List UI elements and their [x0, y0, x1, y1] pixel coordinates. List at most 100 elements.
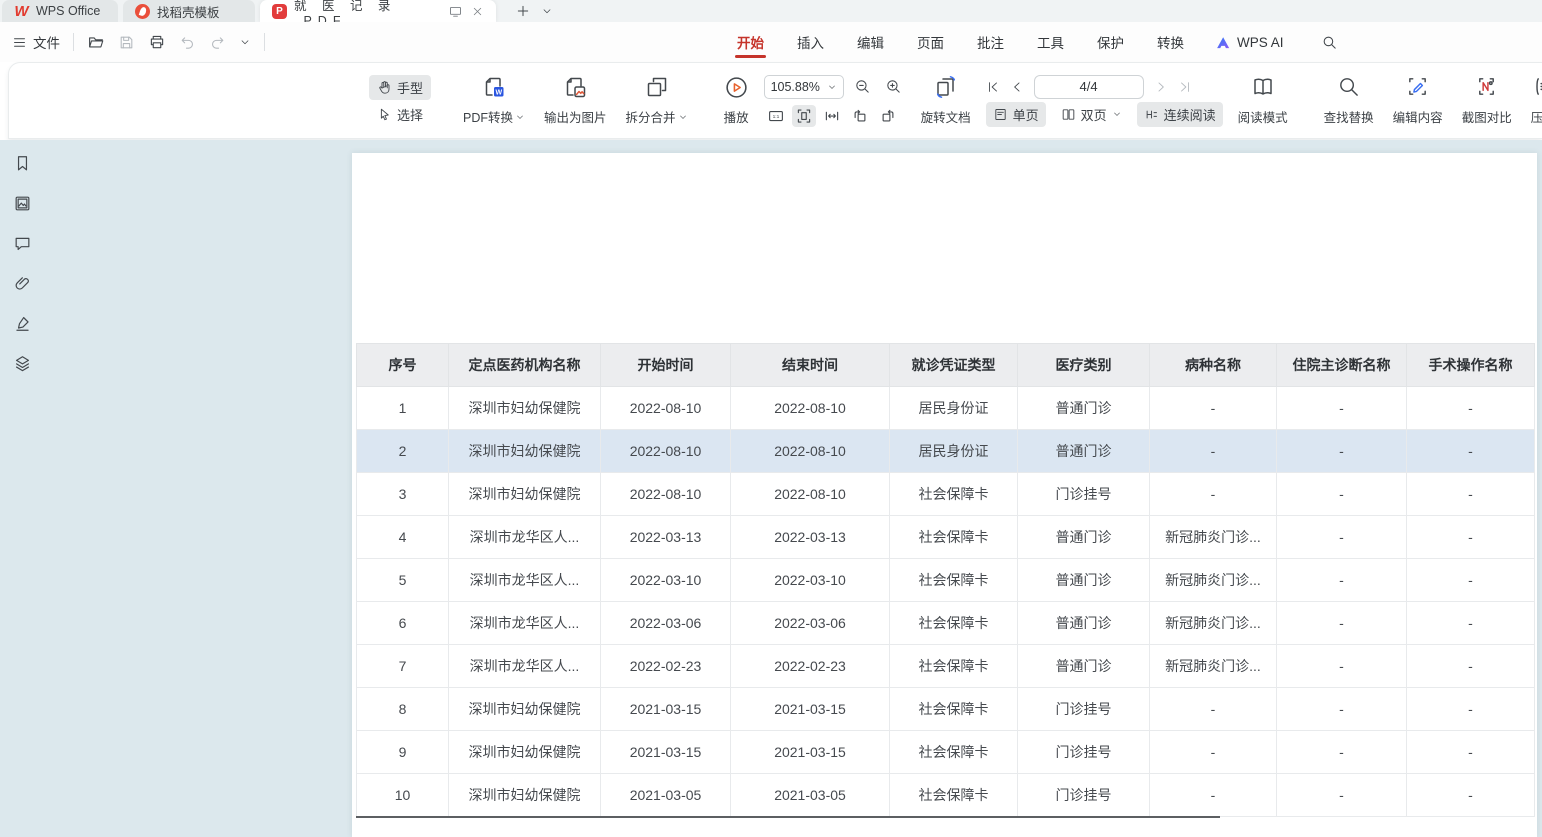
menu-item-home[interactable]: 开始	[735, 22, 766, 62]
split-merge-button[interactable]: 拆分合并	[622, 72, 692, 129]
table-row: 7深圳市龙华区人...2022-02-232022-02-23社会保障卡普通门诊…	[357, 645, 1535, 688]
table-cell: 门诊挂号	[1018, 731, 1150, 774]
table-cell: -	[1277, 688, 1407, 731]
tab-document-pdf[interactable]: P 就 医 记 录 .PDF	[260, 0, 496, 22]
rotate-left-button[interactable]	[848, 105, 872, 127]
pdf-page[interactable]: 序号定点医药机构名称开始时间结束时间就诊凭证类型医疗类别病种名称住院主诊断名称手…	[352, 153, 1537, 837]
tab-list-chevron-icon[interactable]	[541, 5, 553, 17]
book-icon	[1251, 75, 1275, 99]
table-cell: 2021-03-15	[731, 731, 890, 774]
table-cell: 2021-03-15	[601, 731, 731, 774]
continuous-read-button[interactable]: 连续阅读	[1137, 102, 1223, 127]
menu-item-insert[interactable]: 插入	[795, 22, 826, 62]
double-page-icon	[1061, 107, 1076, 122]
zoom-out-button[interactable]	[851, 76, 875, 98]
new-tab-icon[interactable]	[515, 3, 531, 19]
export-image-button[interactable]: 输出为图片	[540, 72, 611, 129]
menu-item-page[interactable]: 页面	[915, 22, 946, 62]
zoom-in-button[interactable]	[882, 76, 906, 98]
find-replace-label: 查找替换	[1324, 107, 1374, 126]
previous-page-button[interactable]	[1010, 80, 1024, 94]
tab-docer-template[interactable]: 找稻壳模板	[123, 0, 255, 22]
annotate-pen-icon[interactable]	[13, 314, 32, 333]
screenshot-compare-button[interactable]: 截图对比	[1458, 72, 1516, 129]
bookmark-icon[interactable]	[13, 154, 32, 173]
double-page-button[interactable]: 双页	[1054, 102, 1129, 127]
edit-pencil-icon	[1406, 75, 1429, 98]
table-cell: -	[1407, 645, 1535, 688]
table-cell: -	[1150, 688, 1277, 731]
fit-width-button[interactable]	[820, 105, 844, 127]
read-mode-button[interactable]: 阅读模式	[1234, 72, 1292, 129]
pdf-convert-button[interactable]: W PDF转换	[459, 72, 529, 129]
table-cell: 新冠肺炎门诊...	[1150, 602, 1277, 645]
fit-page-button[interactable]	[792, 105, 816, 127]
single-page-icon	[993, 107, 1008, 122]
compress-button[interactable]: 压缩	[1527, 72, 1542, 129]
tab-label: WPS Office	[36, 4, 100, 18]
print-icon[interactable]	[148, 33, 166, 51]
undo-icon[interactable]	[179, 34, 196, 51]
page-number-input[interactable]	[1034, 75, 1144, 99]
menu-items: 开始插入编辑页面批注工具保护转换 WPS AI	[735, 22, 1338, 62]
table-cell: -	[1407, 516, 1535, 559]
menu-item-tools[interactable]: 工具	[1035, 22, 1066, 62]
table-cell: 10	[357, 774, 449, 817]
find-replace-button[interactable]: 查找替换	[1320, 72, 1378, 129]
wps-logo-icon: W	[14, 4, 29, 19]
wps-ai-button[interactable]: WPS AI	[1215, 34, 1284, 51]
rotate-right-button[interactable]	[876, 105, 900, 127]
select-tool-button[interactable]: 选择	[369, 102, 431, 127]
fit-width-icon	[823, 107, 841, 125]
table-cell: 2022-08-10	[731, 473, 890, 516]
play-button[interactable]: 播放	[720, 72, 753, 129]
attachment-icon[interactable]	[13, 274, 32, 293]
single-page-button[interactable]: 单页	[986, 102, 1046, 127]
first-page-button[interactable]	[986, 80, 1000, 94]
last-page-button[interactable]	[1178, 80, 1192, 94]
table-bottom-border	[356, 816, 1220, 818]
tab-wps-office[interactable]: W WPS Office	[2, 0, 118, 22]
table-cell: 社会保障卡	[890, 473, 1018, 516]
menu-search-icon[interactable]	[1321, 34, 1338, 51]
rotate-document-button[interactable]: 旋转文档	[917, 72, 975, 129]
table-cell: -	[1407, 731, 1535, 774]
edit-content-label: 编辑内容	[1393, 107, 1443, 126]
menu-item-comment[interactable]: 批注	[975, 22, 1006, 62]
actual-size-button[interactable]: 1:1	[764, 105, 788, 127]
table-cell: 深圳市妇幼保健院	[449, 688, 601, 731]
table-cell: 深圳市妇幼保健院	[449, 473, 601, 516]
table-row: 4深圳市龙华区人...2022-03-132022-03-13社会保障卡普通门诊…	[357, 516, 1535, 559]
next-page-button[interactable]	[1154, 80, 1168, 94]
redo-icon[interactable]	[209, 34, 226, 51]
table-cell: 社会保障卡	[890, 559, 1018, 602]
zoom-level-select[interactable]: 105.88%	[764, 75, 844, 99]
thumbnail-icon[interactable]	[13, 194, 32, 213]
file-menu-button[interactable]: 文件	[12, 32, 60, 52]
select-tool-label: 选择	[397, 105, 423, 124]
table-cell: 社会保障卡	[890, 602, 1018, 645]
table-cell: 深圳市妇幼保健院	[449, 387, 601, 430]
layers-icon[interactable]	[13, 354, 32, 373]
table-cell: 社会保障卡	[890, 731, 1018, 774]
table-cell: -	[1277, 430, 1407, 473]
table-header-row: 序号定点医药机构名称开始时间结束时间就诊凭证类型医疗类别病种名称住院主诊断名称手…	[357, 344, 1535, 387]
rotate-document-icon	[934, 75, 958, 99]
close-tab-icon[interactable]	[471, 5, 484, 18]
menu-item-edit[interactable]: 编辑	[855, 22, 886, 62]
zoom-out-icon	[854, 78, 871, 95]
present-to-screen-icon[interactable]	[448, 4, 463, 19]
menu-item-convert[interactable]: 转换	[1155, 22, 1186, 62]
menu-item-protect[interactable]: 保护	[1095, 22, 1126, 62]
column-header: 开始时间	[601, 344, 731, 387]
table-cell: 2022-08-10	[731, 430, 890, 473]
quick-access-chevron-icon[interactable]	[239, 36, 251, 48]
edit-content-button[interactable]: 编辑内容	[1389, 72, 1447, 129]
document-area: 序号定点医药机构名称开始时间结束时间就诊凭证类型医疗类别病种名称住院主诊断名称手…	[0, 140, 1542, 837]
save-icon[interactable]	[118, 34, 135, 51]
rotate-right-icon	[879, 107, 897, 125]
comment-icon[interactable]	[13, 234, 32, 253]
open-file-icon[interactable]	[87, 33, 105, 51]
tab-label: 找稻壳模板	[157, 2, 220, 21]
hand-tool-button[interactable]: 手型	[369, 75, 431, 100]
